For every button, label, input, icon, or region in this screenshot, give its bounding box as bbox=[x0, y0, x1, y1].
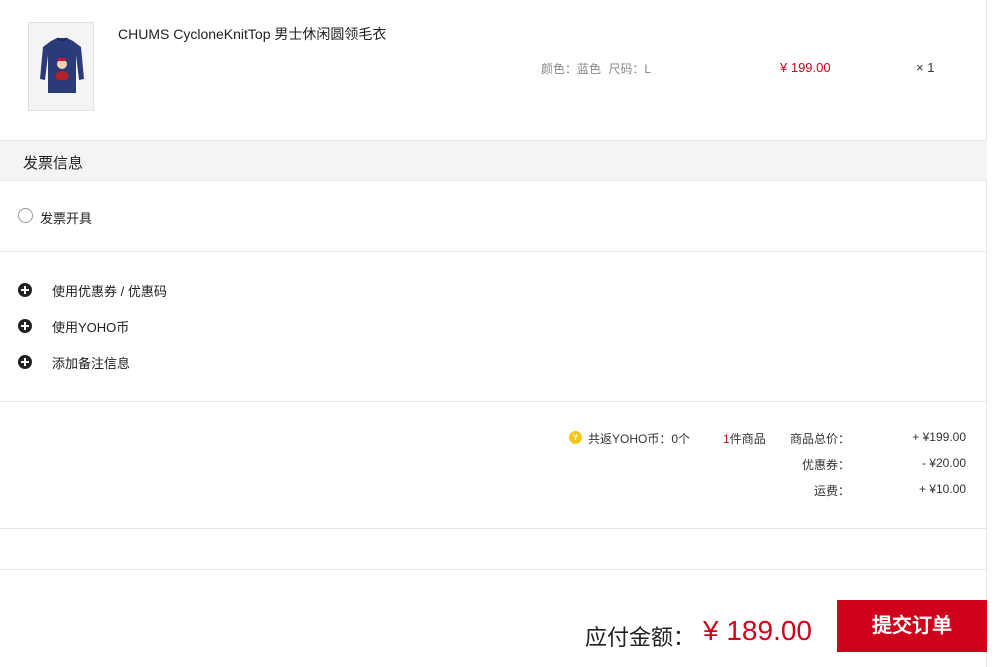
item-count-number: 1 bbox=[723, 432, 730, 446]
use-yoho-coin-label[interactable]: 使用YOHO币 bbox=[52, 317, 129, 336]
product-attributes: 颜色：蓝色 尺码：L bbox=[541, 60, 655, 77]
product-row: CHUMS CycloneKnitTop 男士休闲圆领毛衣 颜色：蓝色 尺码：L… bbox=[0, 0, 987, 141]
add-remark-label[interactable]: 添加备注信息 bbox=[52, 353, 130, 372]
use-coupon-option[interactable]: 使用优惠券 / 优惠码 bbox=[18, 281, 167, 299]
yoho-coin-icon: Y bbox=[569, 431, 582, 444]
shipping-fee-value: + ¥10.00 bbox=[918, 482, 966, 496]
invoice-radio-button[interactable] bbox=[18, 208, 33, 223]
order-summary: Y 共返YOHO币：0个 1件商品 商品总价： + ¥199.00 优惠券： -… bbox=[0, 402, 987, 529]
order-confirmation-page: CHUMS CycloneKnitTop 男士休闲圆领毛衣 颜色：蓝色 尺码：L… bbox=[0, 0, 987, 667]
shipping-fee-label: 运费： bbox=[813, 484, 850, 498]
coupon-discount-label: 优惠券： bbox=[801, 458, 850, 472]
yoho-coin-return: 共返YOHO币：0个 bbox=[588, 432, 691, 446]
invoice-option-label[interactable]: 发票开具 bbox=[40, 208, 92, 227]
order-options: 使用优惠券 / 优惠码 使用YOHO币 添加备注信息 bbox=[0, 252, 987, 402]
item-count-suffix: 件商品 bbox=[729, 432, 766, 446]
amount-payable-value: ¥ 189.00 bbox=[703, 615, 812, 646]
product-color: 颜色：蓝色 bbox=[541, 62, 602, 76]
use-yoho-coin-option[interactable]: 使用YOHO币 bbox=[18, 317, 129, 335]
invoice-section-header: 发票信息 bbox=[0, 141, 987, 181]
divider bbox=[0, 529, 987, 570]
use-coupon-label[interactable]: 使用优惠券 / 优惠码 bbox=[52, 281, 167, 300]
product-thumbnail[interactable] bbox=[28, 22, 94, 111]
total-price-value: + ¥199.00 bbox=[912, 430, 966, 444]
product-size: 尺码：L bbox=[608, 62, 652, 76]
invoice-section-title: 发票信息 bbox=[23, 155, 84, 172]
product-price: ¥ 199.00 bbox=[780, 60, 831, 75]
amount-payable-label: 应付金额： bbox=[585, 625, 696, 650]
plus-circle-icon bbox=[18, 319, 32, 333]
coupon-discount-value: - ¥20.00 bbox=[921, 456, 966, 470]
invoice-option-row: 发票开具 bbox=[0, 181, 987, 252]
total-price-label: 商品总价： bbox=[789, 432, 850, 446]
product-name[interactable]: CHUMS CycloneKnitTop 男士休闲圆领毛衣 bbox=[118, 24, 393, 45]
add-remark-option[interactable]: 添加备注信息 bbox=[18, 353, 130, 371]
sweater-icon bbox=[29, 23, 93, 110]
plus-circle-icon bbox=[18, 283, 32, 297]
product-quantity: × 1 bbox=[916, 60, 935, 75]
submit-order-button[interactable]: 提交订单 bbox=[837, 600, 987, 652]
plus-circle-icon bbox=[18, 355, 32, 369]
item-count: 1件商品 bbox=[723, 430, 766, 447]
